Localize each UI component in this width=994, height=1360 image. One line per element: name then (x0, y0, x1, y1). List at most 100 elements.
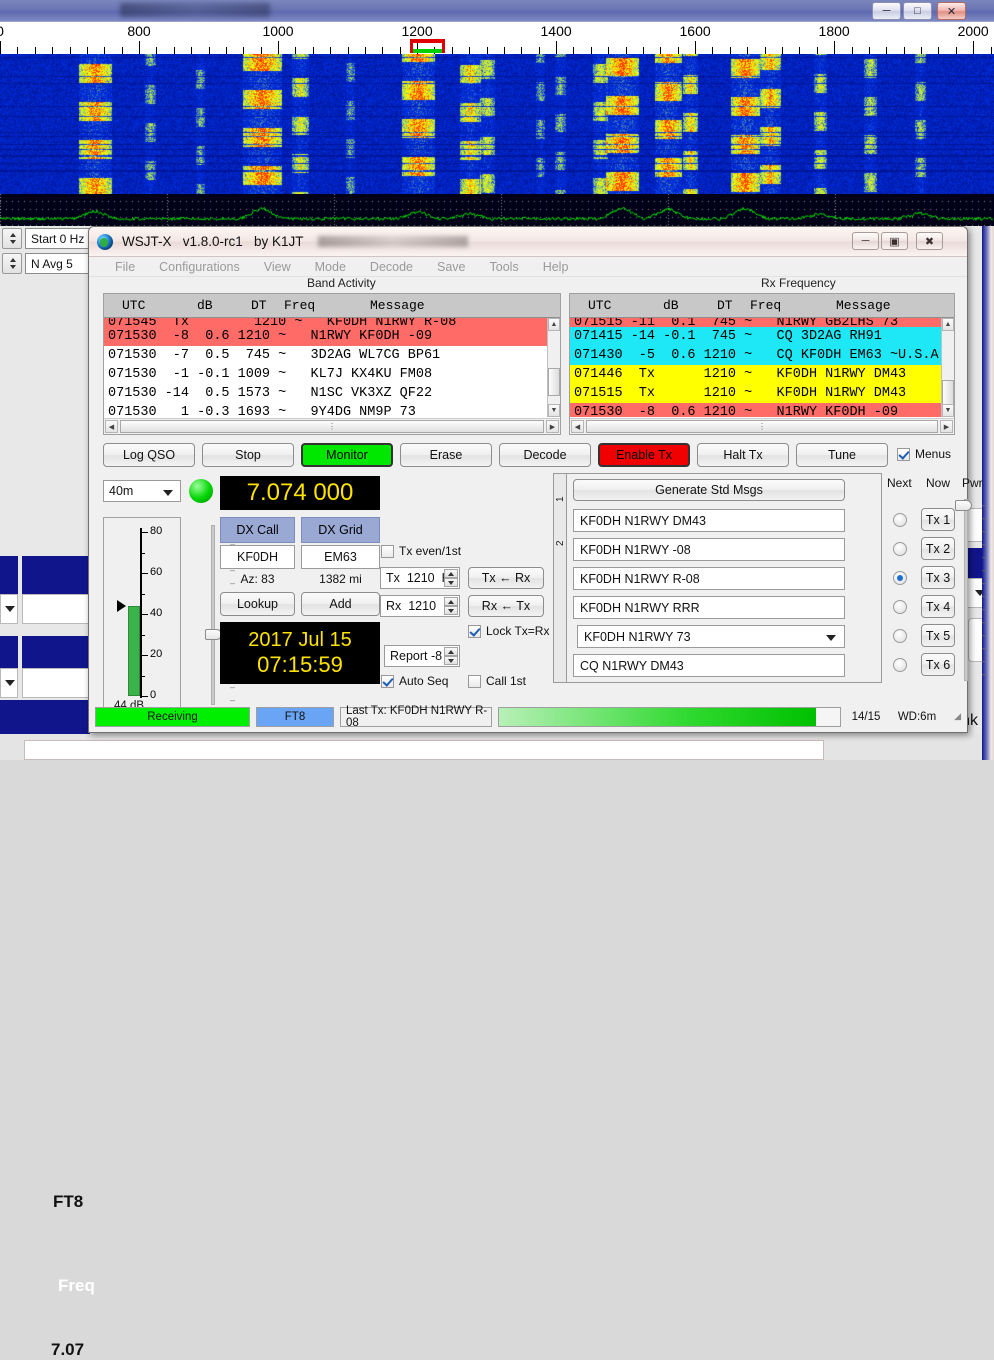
add-button[interactable]: Add (301, 592, 380, 616)
rx-frequency-vscrollbar[interactable]: ▲ ▼ (941, 318, 954, 417)
message-input-1[interactable]: KF0DH N1RWY DM43 (573, 509, 845, 532)
tx-now-button-2[interactable]: Tx 2 (921, 537, 955, 560)
wsjtx-titlebar[interactable]: WSJT-X v1.8.0-rc1 by K1JT ─ ▣ ✖ (89, 227, 967, 257)
decode-row[interactable]: 071530 -14 0.5 1573 ~ N1SC VK3XZ QF22 (104, 384, 547, 403)
decode-row[interactable]: 071415 -14 -0.1 745 ~ CQ 3D2AG RH91 (570, 327, 941, 346)
background-minimize-button[interactable]: ─ (872, 2, 901, 20)
decode-row[interactable]: 071446 Tx 1210 ~ KF0DH N1RWY DM43 (570, 365, 941, 384)
n-avg-field[interactable]: N Avg 5 (25, 253, 93, 274)
message-tab-spine[interactable]: 1 2 (553, 473, 567, 683)
monitor-button[interactable]: Monitor (301, 443, 393, 467)
rx-from-tx-button[interactable]: Rx ← Tx (468, 595, 544, 617)
spin-down-icon[interactable] (444, 606, 458, 615)
rx-frequency-pane[interactable]: UTC dB DT Freq Message 071515 -11 0.1 74… (569, 293, 955, 435)
auto-seq-checkbox[interactable]: Auto Seq (381, 674, 448, 688)
decode-row[interactable]: 071530 -1 -0.1 1009 ~ KL7J KX4KU FM08 (104, 365, 547, 384)
vscroll-thumb[interactable] (548, 368, 560, 396)
background-maximize-button[interactable]: □ (903, 2, 932, 20)
n-avg-spinner[interactable] (2, 253, 22, 274)
hscroll-thumb[interactable]: ⋮ (586, 420, 938, 433)
decode-row[interactable]: 071515 Tx 1210 ~ KF0DH N1RWY DM43 (570, 384, 941, 403)
waterfall-display[interactable] (0, 54, 994, 194)
tx-from-rx-button[interactable]: Tx ← Rx (468, 567, 544, 589)
bg-cell-left-dropdown2[interactable] (0, 668, 18, 698)
menu-item-view[interactable]: View (252, 260, 303, 274)
decode-row[interactable]: 071430 -5 0.6 1210 ~ CQ KF0DH EM63 ~U.S.… (570, 346, 941, 365)
rx-frequency-rows[interactable]: 071515 -11 0.1 745 ~ N1RWY GB2LHS 73 0714… (570, 318, 941, 417)
dx-grid-input[interactable]: EM63 (301, 545, 380, 569)
wsjtx-close-button[interactable]: ✖ (916, 232, 943, 250)
wsjtx-menubar[interactable]: File Configurations View Mode Decode Save Tool… (89, 257, 967, 277)
message-next-radio-6[interactable] (893, 658, 907, 672)
scroll-right-icon[interactable]: ▶ (546, 420, 559, 433)
hscroll-thumb[interactable]: ⋮ (120, 420, 544, 433)
tx-now-button-6[interactable]: Tx 6 (921, 653, 955, 676)
message-next-radio-2[interactable] (893, 542, 907, 556)
rx-frequency-hscrollbar[interactable]: ◀ ⋮ ▶ (570, 418, 954, 434)
scroll-up-icon[interactable]: ▲ (942, 318, 954, 331)
resize-grip-icon[interactable]: ◢ (949, 711, 961, 722)
stop-button[interactable]: Stop (202, 443, 294, 467)
erase-button[interactable]: Erase (400, 443, 492, 467)
rx-gain-slider-track[interactable] (211, 525, 215, 705)
bg-bottom-field[interactable] (24, 740, 824, 760)
band-selector[interactable]: 40m (103, 480, 181, 502)
waterfall-frequency-ruler[interactable]: 0 800 1000 1200 1400 1600 1800 2000 (0, 22, 994, 54)
spectrum-display[interactable] (0, 194, 994, 226)
spin-up-icon[interactable] (444, 569, 458, 578)
message-next-radio-3[interactable] (893, 571, 907, 585)
decode-row-partial[interactable]: 071545 Tx 1210 ~ KF0DH N1RWY R-08 (104, 318, 547, 327)
report-spinbox[interactable]: Report -8 (384, 645, 460, 667)
tx-even-1st-checkbox[interactable]: Tx even/1st (381, 544, 461, 558)
log-qso-button[interactable]: Log QSO (103, 443, 195, 467)
decode-row[interactable]: 071530 -7 0.5 745 ~ 3D2AG WL7CG BP61 (104, 346, 547, 365)
scroll-right-icon[interactable]: ▶ (940, 420, 953, 433)
band-activity-hscrollbar[interactable]: ◀ ⋮ ▶ (104, 418, 560, 434)
spin-up-icon[interactable] (444, 597, 458, 606)
menu-item-decode[interactable]: Decode (358, 260, 425, 274)
menu-item-configurations[interactable]: Configurations (147, 260, 252, 274)
start-frequency-spinner[interactable] (2, 228, 22, 249)
scroll-down-icon[interactable]: ▼ (942, 404, 954, 417)
vscroll-thumb[interactable] (942, 380, 954, 406)
menu-item-help[interactable]: Help (531, 260, 581, 274)
message-input-5[interactable]: KF0DH N1RWY 73 (577, 625, 845, 648)
lookup-button[interactable]: Lookup (220, 592, 295, 616)
menu-item-file[interactable]: File (103, 260, 147, 274)
tx-now-button-3[interactable]: Tx 3 (921, 566, 955, 589)
tx-now-button-4[interactable]: Tx 4 (921, 595, 955, 618)
spin-down-icon[interactable] (444, 578, 458, 587)
wsjtx-minimize-button[interactable]: ─ (852, 232, 879, 250)
menus-checkbox[interactable]: Menus (897, 447, 951, 461)
generate-std-msgs-button[interactable]: Generate Std Msgs (573, 479, 845, 501)
dx-call-input[interactable]: KF0DH (220, 545, 295, 569)
band-activity-pane[interactable]: UTC dB DT Freq Message 071545 Tx 1210 ~ … (103, 293, 561, 435)
tx-now-button-1[interactable]: Tx 1 (921, 508, 955, 531)
tx-frequency-spinbox[interactable]: Tx 1210 Hz (380, 567, 460, 589)
menu-item-tools[interactable]: Tools (478, 260, 531, 274)
message-input-4[interactable]: KF0DH N1RWY RRR (573, 596, 845, 619)
rx-frequency-spinbox[interactable]: Rx 1210 Hz (380, 595, 460, 617)
lock-tx-rx-checkbox[interactable]: Lock Tx=Rx (468, 624, 549, 638)
message-next-radio-5[interactable] (893, 629, 907, 643)
halt-tx-button[interactable]: Halt Tx (697, 443, 789, 467)
scroll-down-icon[interactable]: ▼ (548, 404, 560, 417)
spin-up-icon[interactable] (444, 647, 458, 656)
background-close-button[interactable]: ✕ (937, 2, 966, 20)
enable-tx-button[interactable]: Enable Tx (598, 443, 690, 467)
decode-row[interactable]: 071530 1 -0.3 1693 ~ 9Y4DG NM9P 73 (104, 403, 547, 417)
message-input-2[interactable]: KF0DH N1RWY -08 (573, 538, 845, 561)
start-frequency-field[interactable]: Start 0 Hz (25, 228, 93, 249)
menu-item-mode[interactable]: Mode (303, 260, 358, 274)
wsjtx-maximize-button[interactable]: ▣ (881, 232, 908, 250)
band-activity-vscrollbar[interactable]: ▲ ▼ (547, 318, 560, 417)
scroll-left-icon[interactable]: ◀ (571, 420, 584, 433)
decode-row[interactable]: 071530 -8 0.6 1210 ~ N1RWY KF0DH -09 (104, 327, 547, 346)
message-input-3[interactable]: KF0DH N1RWY R-08 (573, 567, 845, 590)
rx-tx-frequency-marker[interactable] (410, 39, 445, 53)
scroll-up-icon[interactable]: ▲ (548, 318, 560, 331)
scroll-left-icon[interactable]: ◀ (105, 420, 118, 433)
menu-item-save[interactable]: Save (425, 260, 478, 274)
decode-button[interactable]: Decode (499, 443, 591, 467)
call-1st-checkbox[interactable]: Call 1st (468, 674, 526, 688)
